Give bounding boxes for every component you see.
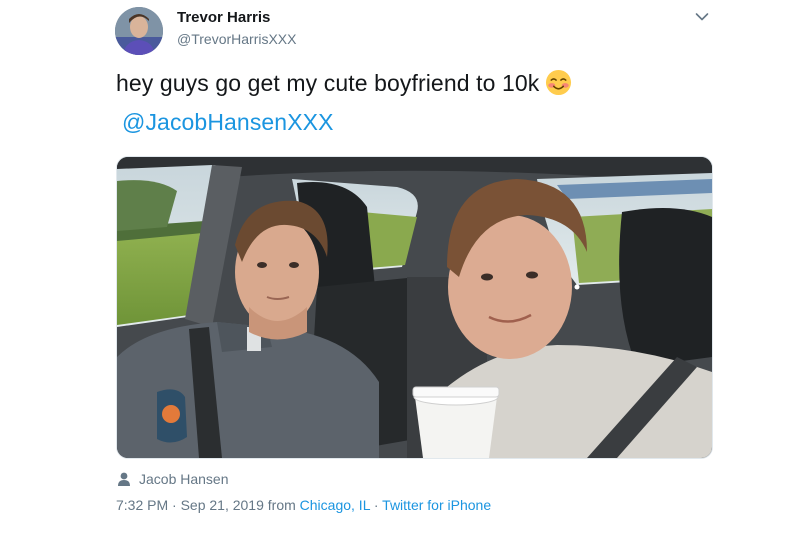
more-options-button[interactable] <box>693 8 711 26</box>
tweet-photo[interactable] <box>116 156 713 459</box>
tweet-meta: 7:32 PM · Sep 21, 2019 from Chicago, IL … <box>116 497 491 513</box>
avatar[interactable] <box>115 7 163 55</box>
chevron-down-icon <box>695 13 709 21</box>
car-selfie-photo <box>117 157 712 458</box>
mention-link[interactable]: @JacobHansenXXX <box>122 109 334 135</box>
meta-separator: · <box>369 497 383 513</box>
smiling-face-with-blush-emoji-icon <box>545 69 572 105</box>
person-icon <box>118 472 130 486</box>
tweet-timestamp[interactable]: 7:32 PM · Sep 21, 2019 <box>116 497 264 513</box>
author-handle[interactable]: @TrevorHarrisXXX <box>177 31 297 47</box>
from-label: from <box>263 497 300 513</box>
tweet-text: hey guys go get my cute boyfriend to 10k… <box>116 66 736 139</box>
avatar-image <box>115 7 163 55</box>
author-name[interactable]: Trevor Harris <box>177 9 270 26</box>
tweet-body: hey guys go get my cute boyfriend to 10k <box>116 70 540 96</box>
tagged-person[interactable]: Jacob Hansen <box>118 471 229 487</box>
client-link[interactable]: Twitter for iPhone <box>382 497 491 513</box>
tagged-person-name[interactable]: Jacob Hansen <box>139 471 229 487</box>
location-link[interactable]: Chicago, IL <box>300 497 370 513</box>
